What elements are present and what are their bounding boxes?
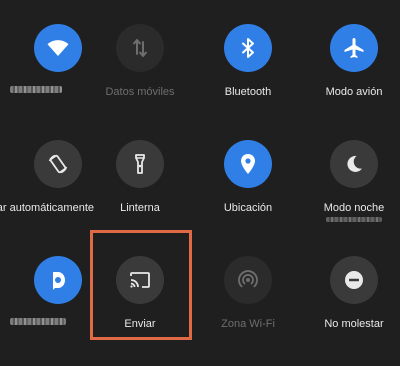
do-not-disturb-toggle[interactable] — [330, 256, 378, 304]
auto-rotate-icon — [48, 154, 68, 174]
quick-settings-panel: Datos móviles Bluetooth Modo avión ar au… — [0, 0, 400, 366]
tile-hotspot[interactable]: Zona Wi-Fi — [196, 256, 300, 366]
auto-rotate-toggle[interactable] — [34, 140, 82, 188]
flashlight-icon — [135, 154, 145, 174]
hotspot-toggle[interactable] — [224, 256, 272, 304]
do-not-disturb-label: No molestar — [324, 318, 384, 330]
hotspot-icon — [238, 270, 258, 288]
app-d-icon — [53, 272, 65, 290]
bluetooth-toggle[interactable] — [224, 24, 272, 72]
tile-night-mode[interactable]: Modo noche — [302, 140, 400, 250]
tile-do-not-disturb[interactable]: No molestar — [302, 256, 400, 366]
airplane-icon — [344, 38, 364, 58]
location-pin-icon — [241, 154, 255, 174]
tile-airplane-mode[interactable]: Modo avión — [302, 24, 400, 134]
redacted-wifi-network-name — [10, 86, 62, 93]
app-shortcut-toggle[interactable] — [34, 256, 82, 304]
redacted-app-shortcut-name — [10, 318, 66, 325]
wifi-toggle[interactable] — [34, 24, 82, 72]
wifi-icon — [47, 40, 69, 56]
airplane-mode-label: Modo avión — [325, 86, 383, 98]
location-toggle[interactable] — [224, 140, 272, 188]
tile-location[interactable]: Ubicación — [196, 140, 300, 250]
bluetooth-icon — [242, 38, 254, 58]
night-mode-label: Modo noche — [323, 202, 385, 214]
night-mode-toggle[interactable] — [330, 140, 378, 188]
tile-bluetooth[interactable]: Bluetooth — [196, 24, 300, 134]
moon-icon — [347, 155, 362, 172]
tile-mobile-data[interactable]: Datos móviles — [88, 24, 192, 134]
redacted-night-mode-schedule — [326, 217, 382, 222]
mobile-data-icon — [133, 39, 147, 57]
mobile-data-toggle[interactable] — [116, 24, 164, 72]
flashlight-toggle[interactable] — [116, 140, 164, 188]
do-not-disturb-icon — [345, 271, 363, 289]
highlight-box — [90, 230, 192, 340]
airplane-mode-toggle[interactable] — [330, 24, 378, 72]
